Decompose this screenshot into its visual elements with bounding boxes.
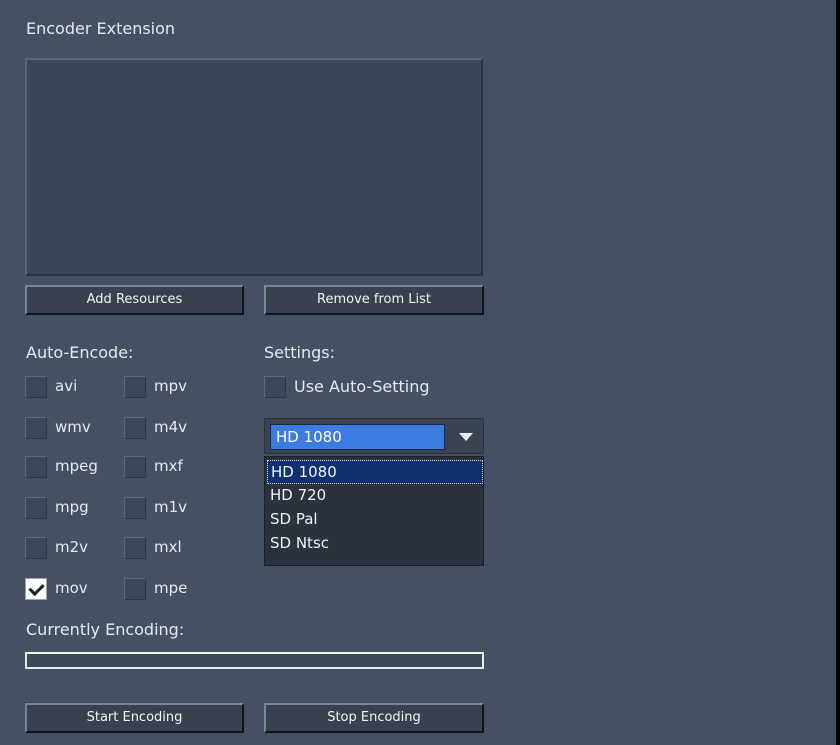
checkbox-box[interactable] bbox=[25, 497, 47, 519]
checkbox-label: mpv bbox=[154, 377, 188, 395]
checkbox-label: wmv bbox=[55, 418, 91, 436]
window-border bbox=[836, 0, 840, 745]
checkbox-label: avi bbox=[55, 377, 78, 395]
checkbox-box[interactable] bbox=[124, 537, 146, 559]
start-encoding-button[interactable]: Start Encoding bbox=[25, 703, 244, 733]
checkbox-label: m2v bbox=[55, 538, 89, 556]
encoder-extension-panel: Encoder Extension Add Resources Remove f… bbox=[0, 0, 840, 745]
checkbox-box[interactable] bbox=[124, 456, 146, 478]
checkbox-box[interactable] bbox=[25, 417, 47, 439]
stop-encoding-button[interactable]: Stop Encoding bbox=[264, 703, 484, 733]
checkbox-box[interactable] bbox=[25, 537, 47, 559]
dropdown-option[interactable]: HD 1080 bbox=[267, 460, 483, 484]
auto-encode-heading: Auto-Encode: bbox=[26, 343, 134, 362]
checkbox-box[interactable] bbox=[25, 376, 47, 398]
checkbox-box-checked[interactable] bbox=[25, 578, 47, 600]
panel-title: Encoder Extension bbox=[26, 19, 176, 38]
checkbox-label: m1v bbox=[154, 498, 188, 516]
preset-dropdown-list: HD 1080 HD 720 SD Pal SD Ntsc bbox=[264, 456, 484, 566]
resource-list[interactable] bbox=[25, 58, 483, 276]
dropdown-option[interactable]: SD Pal bbox=[267, 508, 483, 532]
encoding-progress-bar bbox=[25, 652, 484, 669]
checkbox-box[interactable] bbox=[124, 578, 146, 600]
checkbox-label: mpe bbox=[154, 579, 188, 597]
checkbox-box[interactable] bbox=[124, 376, 146, 398]
dropdown-option[interactable]: SD Ntsc bbox=[267, 532, 483, 556]
checkbox-label: mov bbox=[55, 579, 88, 597]
remove-from-list-button[interactable]: Remove from List bbox=[264, 285, 484, 315]
checkbox-box[interactable] bbox=[124, 417, 146, 439]
preset-select-value[interactable]: HD 1080 bbox=[270, 424, 445, 450]
checkbox-box[interactable] bbox=[264, 376, 286, 398]
checkbox-label: mpeg bbox=[55, 457, 98, 475]
dropdown-option[interactable]: HD 720 bbox=[267, 484, 483, 508]
checkbox-box[interactable] bbox=[25, 456, 47, 478]
checkbox-box[interactable] bbox=[124, 497, 146, 519]
add-resources-button[interactable]: Add Resources bbox=[25, 285, 244, 315]
checkbox-label: mxl bbox=[154, 538, 182, 556]
preset-select[interactable]: HD 1080 bbox=[264, 418, 484, 454]
settings-heading: Settings: bbox=[264, 343, 336, 362]
checkbox-label: Use Auto-Setting bbox=[294, 377, 430, 396]
chevron-down-icon[interactable] bbox=[451, 421, 481, 451]
checkbox-label: mxf bbox=[154, 457, 183, 475]
currently-encoding-heading: Currently Encoding: bbox=[26, 620, 185, 639]
checkbox-label: m4v bbox=[154, 418, 188, 436]
checkbox-label: mpg bbox=[55, 498, 89, 516]
